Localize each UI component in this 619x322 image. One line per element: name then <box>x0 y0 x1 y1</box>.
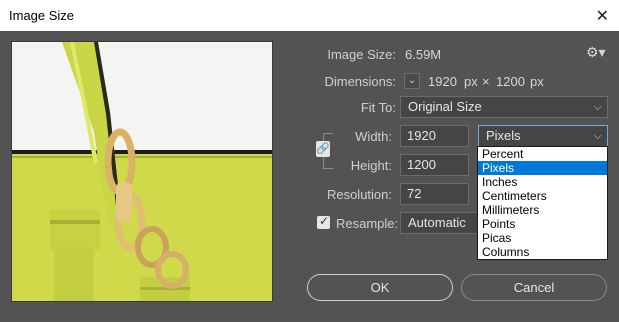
image-size-label: Image Size: <box>327 47 396 62</box>
dimensions-width-unit: px <box>464 74 478 89</box>
image-size-dialog: Image Size ✕ Image Size: 6.59M ⚙▾ Dimens… <box>0 0 619 322</box>
gear-icon[interactable]: ⚙▾ <box>586 44 606 61</box>
width-input[interactable]: 1920 <box>400 125 469 147</box>
chevron-down-icon: ⌵ <box>593 101 602 113</box>
resample-label: Resample: <box>336 216 399 231</box>
dropdown-option[interactable]: Inches <box>478 175 607 189</box>
chevron-down-icon: ⌵ <box>593 130 602 142</box>
unit-dropdown-list[interactable]: Percent Pixels Inches Centimeters Millimeter… <box>477 146 608 260</box>
fit-to-select[interactable]: Original Size ⌵ <box>400 96 608 118</box>
width-unit-value: Pixels <box>486 128 521 143</box>
width-label: Width: <box>355 129 392 144</box>
dimensions-height: 1200 <box>496 74 525 89</box>
cancel-button[interactable]: Cancel <box>461 274 607 301</box>
resample-checkbox[interactable]: ✓ <box>317 214 330 229</box>
dimensions-times: × <box>482 74 490 89</box>
dropdown-option[interactable]: Pixels <box>478 161 607 175</box>
ok-button[interactable]: OK <box>307 274 453 301</box>
image-preview[interactable] <box>11 41 273 302</box>
resample-value: Automatic <box>408 215 466 230</box>
height-input[interactable]: 1200 <box>400 154 469 176</box>
dropdown-option[interactable]: Points <box>478 217 607 231</box>
dropdown-option[interactable]: Centimeters <box>478 189 607 203</box>
title-bar: Image Size ✕ <box>0 0 619 31</box>
dimensions-width: 1920 <box>428 74 457 89</box>
resolution-input[interactable]: 72 <box>400 183 469 205</box>
dimensions-label: Dimensions: <box>324 74 396 89</box>
dropdown-option[interactable]: Millimeters <box>478 203 607 217</box>
dimensions-unit-dropdown[interactable]: ⌄ <box>404 73 420 89</box>
preview-image <box>12 42 272 301</box>
dialog-title: Image Size <box>9 8 75 23</box>
image-size-value: 6.59M <box>405 47 442 62</box>
resolution-label: Resolution: <box>326 187 392 202</box>
dropdown-option[interactable]: Picas <box>478 231 607 245</box>
fit-to-value: Original Size <box>408 99 482 114</box>
dropdown-option[interactable]: Percent <box>478 147 607 161</box>
dropdown-option[interactable]: Columns <box>478 245 607 259</box>
dimensions-height-unit: px <box>530 74 544 89</box>
close-icon[interactable]: ✕ <box>596 6 609 26</box>
fit-to-label: Fit To: <box>360 100 396 115</box>
height-label: Height: <box>350 158 392 173</box>
width-unit-select[interactable]: Pixels ⌵ <box>478 125 608 147</box>
resample-select[interactable]: Automatic <box>400 212 480 234</box>
